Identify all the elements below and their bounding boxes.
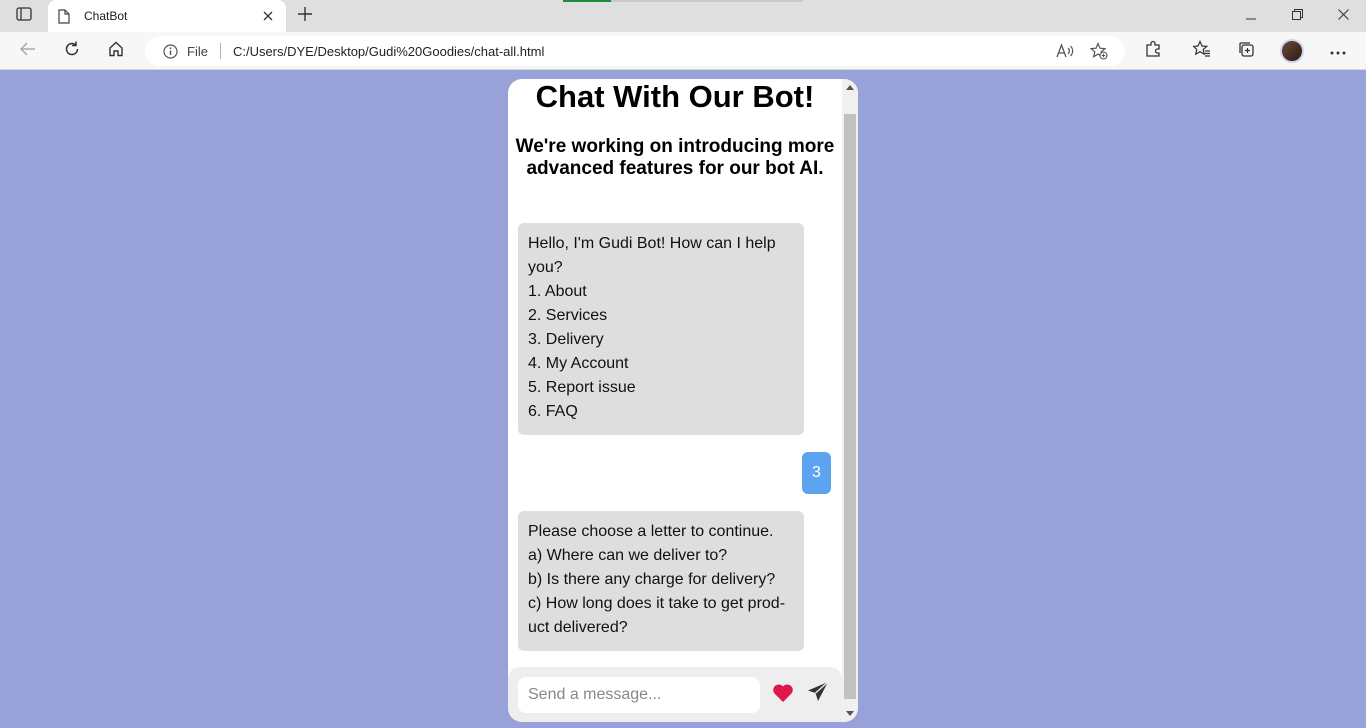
message-line: you?: [528, 259, 563, 276]
message-line: 2. Services: [528, 307, 608, 324]
window-close-button[interactable]: [1320, 0, 1366, 32]
user-message: 3: [802, 452, 831, 494]
extensions-icon: [1144, 40, 1162, 63]
message-line: 1. About: [528, 283, 587, 300]
minimize-icon: [1246, 7, 1256, 25]
home-icon: [108, 41, 124, 62]
scrollbar-thumb[interactable]: [844, 114, 856, 699]
address-scheme-label: File: [187, 43, 208, 59]
scroll-up-arrow[interactable]: [846, 85, 854, 90]
message-input[interactable]: [518, 677, 760, 713]
read-aloud-icon[interactable]: [1053, 39, 1077, 63]
message-line: 5. Report issue: [528, 379, 636, 396]
send-icon: [807, 680, 829, 708]
extensions-button[interactable]: [1139, 38, 1167, 64]
tab-strip-indicator: [563, 0, 611, 2]
bot-message: Please choose a letter to continue. a) W…: [518, 511, 804, 651]
close-icon[interactable]: [260, 8, 276, 24]
refresh-icon: [64, 41, 80, 62]
tab-strip-indicator-track: [611, 0, 803, 2]
restore-icon: [1291, 7, 1303, 25]
tab-title: ChatBot: [84, 9, 128, 23]
minimize-button[interactable]: [1228, 0, 1274, 32]
tab-actions-icon: [16, 6, 32, 26]
heart-icon: [772, 683, 794, 708]
address-divider: [219, 43, 221, 59]
chat-title: Chat With Our Bot!: [535, 79, 815, 114]
like-button[interactable]: [771, 683, 795, 708]
chat-window: Chat With Our Bot! We're working on intr…: [508, 79, 858, 722]
message-line: Please choose a letter to continue.: [528, 523, 774, 540]
message-line: 4. My Account: [528, 355, 629, 372]
more-button[interactable]: [1324, 38, 1352, 64]
favorites-button[interactable]: [1188, 38, 1216, 64]
info-icon[interactable]: [163, 43, 179, 59]
refresh-button[interactable]: [58, 38, 86, 64]
page-icon: [58, 8, 72, 24]
send-button[interactable]: [806, 680, 830, 708]
collections-button[interactable]: [1232, 38, 1260, 64]
window-close-icon: [1337, 7, 1349, 25]
message-line: c) How long does it take to get prod-: [528, 595, 786, 612]
collections-icon: [1237, 40, 1255, 63]
bot-message: Hello, I'm Gudi Bot! How can I help you?…: [518, 223, 804, 435]
restore-button[interactable]: [1274, 0, 1320, 32]
profile-avatar[interactable]: [1280, 39, 1304, 63]
url-text[interactable]: C:/Users/DYE/Desktop/Gudi%20Goodies/chat…: [233, 44, 1043, 59]
message-line: a) Where can we deliver to?: [528, 547, 728, 564]
browser-tab-bar: ChatBot: [0, 0, 1366, 32]
add-favorite-icon[interactable]: [1087, 39, 1111, 63]
scroll-down-arrow[interactable]: [846, 711, 854, 716]
new-tab-button[interactable]: [293, 5, 317, 27]
tab-actions-button[interactable]: [8, 4, 40, 28]
back-icon: [19, 41, 36, 61]
window-controls: [1228, 0, 1366, 32]
plus-icon: [298, 6, 312, 26]
message-line: uct delivered?: [528, 619, 628, 636]
message-line: b) Is there any charge for delivery?: [528, 571, 776, 588]
chat-scroll-area[interactable]: Chat With Our Bot! We're working on intr…: [508, 79, 842, 722]
back-button[interactable]: [14, 38, 42, 64]
message-line: Hello, I'm Gudi Bot! How can I help: [528, 235, 776, 252]
browser-toolbar: File C:/Users/DYE/Desktop/Gudi%20Goodies…: [0, 32, 1366, 70]
address-bar[interactable]: File C:/Users/DYE/Desktop/Gudi%20Goodies…: [145, 36, 1125, 66]
message-line: 3. Delivery: [528, 331, 604, 348]
more-icon: [1330, 42, 1346, 60]
message-composer: [508, 667, 842, 722]
chat-subtitle: We're working on introducing more advanc…: [515, 136, 835, 179]
home-button[interactable]: [102, 38, 130, 64]
message-line: 6. FAQ: [528, 403, 578, 420]
browser-tab-active[interactable]: ChatBot: [48, 0, 286, 32]
chat-scrollbar[interactable]: [842, 79, 858, 722]
favorites-icon: [1192, 39, 1211, 63]
